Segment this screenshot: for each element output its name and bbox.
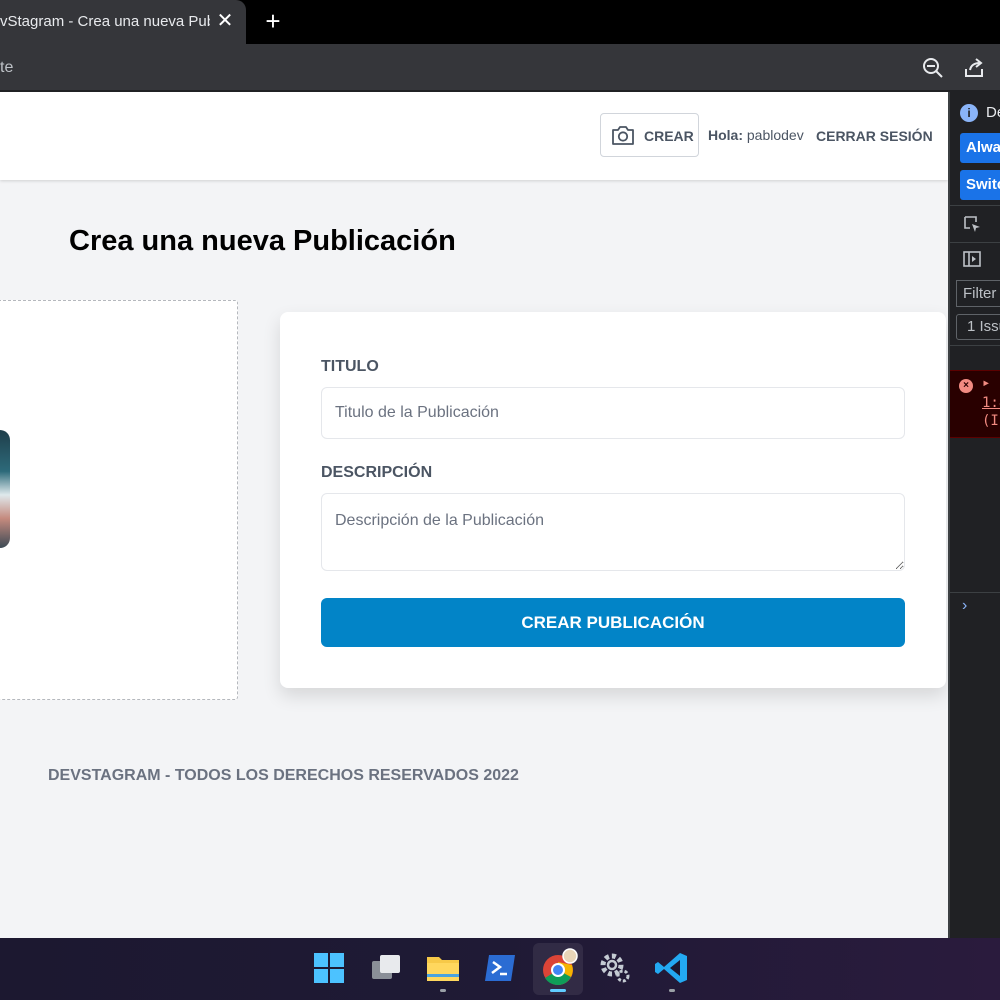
windows-start-icon[interactable]	[309, 948, 349, 988]
share-icon[interactable]	[963, 57, 985, 79]
image-dropzone[interactable]	[0, 300, 238, 700]
camera-icon	[612, 126, 634, 145]
create-post-button[interactable]: CREAR	[600, 113, 699, 157]
devtools-divider	[950, 205, 1000, 206]
inspect-element-icon[interactable]	[962, 214, 982, 234]
logout-link[interactable]: CERRAR SESIÓN	[816, 128, 933, 144]
chrome-icon[interactable]	[538, 948, 578, 988]
devtools-divider	[950, 242, 1000, 243]
console-filter-input[interactable]: Filter	[956, 280, 1000, 307]
username: pablodev	[746, 127, 804, 143]
console-error-message[interactable]: × ▸ F 1:8 (I(	[950, 370, 1000, 438]
tab-close-icon[interactable]: ✕	[214, 10, 236, 32]
issues-counter[interactable]: 1 Issu	[956, 314, 1000, 340]
zoom-out-icon[interactable]	[922, 57, 944, 79]
devtools-divider	[950, 592, 1000, 593]
address-url[interactable]: te	[0, 59, 13, 77]
terminal-icon[interactable]	[480, 948, 520, 988]
uploaded-image-preview	[0, 430, 10, 548]
create-post-label: CREAR	[644, 128, 694, 144]
file-explorer-icon[interactable]	[423, 948, 463, 988]
description-field-label: DESCRIPCIÓN	[321, 464, 433, 481]
post-form-card: TITULO DESCRIPCIÓN CREAR PUBLICACIÓN	[280, 312, 946, 688]
running-indicator	[440, 989, 446, 992]
console-prompt[interactable]: ›	[962, 597, 967, 615]
title-field-label: TITULO	[321, 358, 379, 375]
error-detail: (I(	[982, 413, 1000, 429]
description-textarea[interactable]	[321, 493, 905, 571]
browser-tab[interactable]: vStagram - Crea una nueva Publicación ✕	[0, 0, 246, 44]
devtools-panel: i De Alwa Switc Filter 1 Issu × ▸ F 1:8 …	[948, 92, 1000, 938]
create-publication-button[interactable]: CREAR PUBLICACIÓN	[321, 598, 905, 647]
page-viewport: CREAR Hola: pablodev CERRAR SESIÓN Crea …	[0, 92, 948, 938]
devtools-always-button[interactable]: Alwa	[960, 133, 1000, 163]
settings-icon[interactable]	[595, 948, 635, 988]
active-indicator	[550, 989, 566, 992]
title-input[interactable]	[321, 387, 905, 439]
site-header: CREAR Hola: pablodev CERRAR SESIÓN	[0, 92, 948, 180]
new-tab-button[interactable]: +	[260, 8, 286, 34]
task-view-icon[interactable]	[366, 948, 406, 988]
running-indicator	[669, 989, 675, 992]
devtools-switch-button[interactable]: Switc	[960, 170, 1000, 200]
user-greeting: Hola: pablodev	[708, 127, 804, 143]
console-sidebar-icon[interactable]	[962, 249, 982, 269]
error-line: ▸ F	[982, 375, 1000, 391]
address-bar[interactable]: te	[0, 44, 1000, 92]
greeting-prefix: Hola:	[708, 127, 743, 143]
tab-title: vStagram - Crea una nueva Publicación	[0, 13, 210, 30]
error-source-link[interactable]: 1:8	[982, 395, 1000, 411]
vscode-icon[interactable]	[652, 948, 692, 988]
devtools-info-text: De	[986, 104, 1000, 121]
windows-taskbar	[0, 938, 1000, 1000]
page-title: Crea una nueva Publicación	[69, 225, 456, 257]
error-icon: ×	[959, 379, 973, 393]
info-icon: i	[960, 104, 978, 122]
browser-tab-bar: vStagram - Crea una nueva Publicación ✕ …	[0, 0, 1000, 44]
devtools-divider	[950, 345, 1000, 346]
footer-copyright: DEVSTAGRAM - TODOS LOS DERECHOS RESERVAD…	[48, 767, 519, 784]
